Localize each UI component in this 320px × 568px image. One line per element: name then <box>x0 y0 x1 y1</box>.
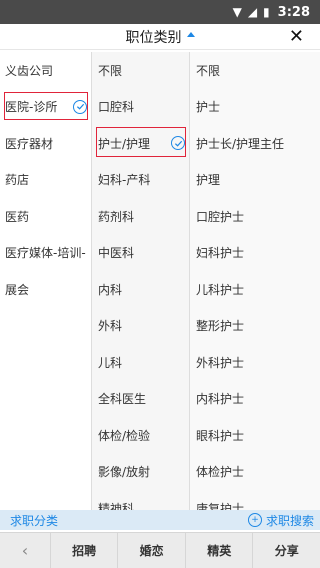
category-item[interactable]: 体检护士 <box>190 454 320 491</box>
category-item[interactable]: 医疗媒体-培训- <box>0 235 91 272</box>
page-title[interactable]: 职位类别 <box>126 27 182 47</box>
status-time: 3:28 <box>277 4 310 20</box>
back-button[interactable]: ‹ <box>0 533 51 568</box>
header: 职位类别 ✕ <box>0 24 320 50</box>
nav-recruit[interactable]: 招聘 <box>51 533 119 568</box>
category-item[interactable]: 外科 <box>92 308 189 345</box>
category-item[interactable]: 外科护士 <box>190 344 320 381</box>
category-item[interactable]: 中医科 <box>92 235 189 272</box>
category-item[interactable]: 医药 <box>0 198 91 235</box>
category-item[interactable]: 义齿公司 <box>0 52 91 89</box>
nav-elite[interactable]: 精英 <box>186 533 254 568</box>
category-item[interactable]: 不限 <box>190 52 320 89</box>
category-item[interactable]: 精神科 <box>92 490 189 510</box>
battery-icon: ▮ <box>263 5 270 19</box>
category-column-1[interactable]: 义齿公司 医院-诊所 医疗器材 药店 医药 医疗媒体-培训- 展会 <box>0 52 92 510</box>
caret-up-icon[interactable] <box>186 32 195 37</box>
category-item[interactable]: 体检/检验 <box>92 417 189 454</box>
request-search-label: 求职搜索 <box>265 513 314 528</box>
request-category-link[interactable]: 求职分类 <box>10 512 58 529</box>
category-item[interactable]: 护士长/护理主任 <box>190 125 320 162</box>
category-item[interactable]: 康复护士 <box>190 490 320 510</box>
category-item[interactable]: 药剂科 <box>92 198 189 235</box>
category-item[interactable]: 不限 <box>92 52 189 89</box>
check-circle-icon <box>171 136 185 151</box>
close-icon[interactable]: ✕ <box>289 26 304 47</box>
category-item[interactable]: 全科医生 <box>92 381 189 418</box>
category-item[interactable]: 口腔科 <box>92 89 189 126</box>
nav-share[interactable]: 分享 <box>253 533 320 568</box>
category-item[interactable]: 儿科护士 <box>190 271 320 308</box>
category-item[interactable]: 妇科-产科 <box>92 162 189 199</box>
category-item[interactable]: 药店 <box>0 162 91 199</box>
category-item[interactable]: 眼科护士 <box>190 417 320 454</box>
category-item[interactable]: 儿科 <box>92 344 189 381</box>
nav-marriage[interactable]: 婚恋 <box>118 533 186 568</box>
search-icon: + <box>247 513 262 527</box>
category-item[interactable]: 展会 <box>0 271 91 308</box>
category-item[interactable]: 影像/放射 <box>92 454 189 491</box>
category-columns: 义齿公司 医院-诊所 医疗器材 药店 医药 医疗媒体-培训- 展会 不限 口腔科… <box>0 52 320 510</box>
category-item[interactable]: 内科 <box>92 271 189 308</box>
category-item[interactable]: 护士 <box>190 89 320 126</box>
request-search-link[interactable]: + 求职搜索 <box>247 512 314 529</box>
status-bar: ▼ ◢ ▮ 3:28 <box>0 0 320 24</box>
bottom-navbar: ‹ 招聘 婚恋 精英 分享 <box>0 532 320 568</box>
wifi-icon: ▼ <box>232 5 242 19</box>
check-circle-icon <box>73 99 87 114</box>
signal-icon: ◢ <box>247 5 258 19</box>
category-item[interactable]: 护理 <box>190 162 320 199</box>
category-item[interactable]: 整形护士 <box>190 308 320 345</box>
category-column-3[interactable]: 不限 护士 护士长/护理主任 护理 口腔护士 妇科护士 儿科护士 整形护士 外科… <box>190 52 320 510</box>
category-item[interactable]: 口腔护士 <box>190 198 320 235</box>
request-strip: 求职分类 + 求职搜索 <box>0 510 320 530</box>
category-column-2[interactable]: 不限 口腔科 护士/护理 妇科-产科 药剂科 中医科 内科 外科 儿科 全科医生… <box>92 52 190 510</box>
category-item[interactable]: 内科护士 <box>190 381 320 418</box>
category-item-selected[interactable]: 医院-诊所 <box>0 89 91 126</box>
category-item[interactable]: 妇科护士 <box>190 235 320 272</box>
category-item[interactable]: 医疗器材 <box>0 125 91 162</box>
category-item-selected[interactable]: 护士/护理 <box>92 125 189 162</box>
